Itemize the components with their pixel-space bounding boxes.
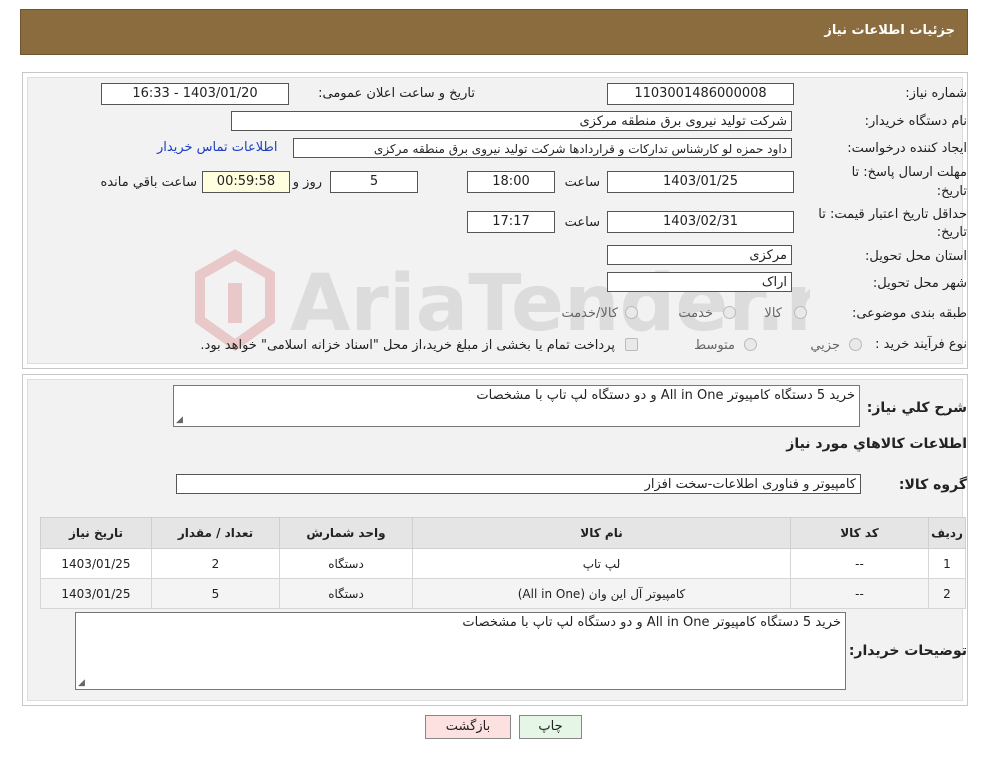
print-button[interactable]: چاپ <box>519 715 582 739</box>
deadline-label-date: تاریخ: <box>936 184 967 199</box>
item-code: -- <box>790 578 929 609</box>
goods-info-title: اطلاعات کالاهاي مورد نیاز <box>786 436 967 452</box>
buyer-notes-textarea[interactable]: خرید 5 دستگاه کامپیوتر All in One و دو د… <box>75 612 846 690</box>
goods-table: ردیف کد کالا نام کالا واحد شمارش تعداد /… <box>40 517 966 609</box>
col-name: نام کالا <box>412 517 791 549</box>
goods-group-label: گروه کالا: <box>898 477 967 493</box>
summary-textarea[interactable]: خرید 5 دستگاه کامپیوتر All in One و دو د… <box>173 385 860 427</box>
back-button[interactable]: بازگشت <box>425 715 511 739</box>
table-row: 2 -- کامپیوتر آل این وان (All in One) دس… <box>40 578 966 609</box>
item-name: لپ تاپ <box>412 548 791 579</box>
col-quantity: تعداد / مقدار <box>151 517 280 549</box>
summary-label: شرح کلي نیاز: <box>866 400 967 416</box>
buyer-notes-label: توضیحات خریدار: <box>848 643 967 659</box>
item-date: 1403/01/25 <box>40 578 152 609</box>
category-radio-goods-service[interactable] <box>625 306 638 319</box>
buyer-org-label: نام دستگاه خریدار: <box>864 114 967 129</box>
creator-label: ایجاد کننده درخواست: <box>847 141 967 156</box>
process-minor-label: جزیي <box>810 338 840 353</box>
days-label: روز و <box>292 175 322 190</box>
goods-group-field[interactable]: کامپیوتر و فناوری اطلاعات-سخت افزار <box>176 474 861 494</box>
item-unit: دستگاه <box>279 578 413 609</box>
announce-date-label: تاریخ و ساعت اعلان عمومی: <box>318 86 475 101</box>
row-number: 1 <box>928 548 966 579</box>
need-number-field[interactable]: 1103001486000008 <box>607 83 794 105</box>
deadline-label: مهلت ارسال پاسخ: تا <box>851 165 967 180</box>
process-medium-label: متوسط <box>694 338 735 353</box>
col-row: ردیف <box>928 517 966 549</box>
process-radio-minor[interactable] <box>849 338 862 351</box>
item-name: کامپیوتر آل این وان (All in One) <box>412 578 791 609</box>
process-radio-medium[interactable] <box>744 338 757 351</box>
buyer-org-field[interactable]: شرکت تولید نیروی برق منطقه مرکزی <box>231 111 792 131</box>
deadline-time-label: ساعت <box>564 175 600 190</box>
validity-date-field[interactable]: 1403/02/31 <box>607 211 794 233</box>
province-label: استان محل تحویل: <box>865 249 967 264</box>
remaining-time-field: 00:59:58 <box>202 171 290 193</box>
buyer-contact-link[interactable]: اطلاعات تماس خریدار <box>157 140 277 155</box>
remaining-days-field[interactable]: 5 <box>330 171 418 193</box>
summary-text: خرید 5 دستگاه کامپیوتر All in One و دو د… <box>476 388 855 403</box>
col-code: کد کالا <box>790 517 929 549</box>
category-radio-service[interactable] <box>723 306 736 319</box>
city-field[interactable]: اراک <box>607 272 792 292</box>
validity-label-date: تاریخ: <box>936 225 967 240</box>
page-title: جزئیات اطلاعات نیاز <box>824 23 955 38</box>
category-service-label: خدمت <box>678 306 713 321</box>
item-quantity: 2 <box>151 548 280 579</box>
item-code: -- <box>790 548 929 579</box>
table-row: 1 -- لپ تاپ دستگاه 2 1403/01/25 <box>40 548 966 579</box>
city-label: شهر محل تحویل: <box>872 276 967 291</box>
province-field[interactable]: مرکزی <box>607 245 792 265</box>
remaining-label: ساعت باقي مانده <box>100 175 197 190</box>
validity-time-field[interactable]: 17:17 <box>467 211 555 233</box>
process-note: پرداخت تمام یا بخشی از مبلغ خرید،از محل … <box>200 338 615 353</box>
page-header: جزئیات اطلاعات نیاز <box>20 9 968 55</box>
resize-grip-icon[interactable]: ◢ <box>176 415 183 425</box>
process-label: نوع فرآیند خرید : <box>875 337 967 352</box>
need-number-label: شماره نیاز: <box>905 86 967 101</box>
category-goods-service-label: کالا/خدمت <box>561 306 618 321</box>
category-goods-label: کالا <box>764 306 782 321</box>
goods-table-header: ردیف کد کالا نام کالا واحد شمارش تعداد /… <box>40 517 966 549</box>
resize-grip-icon[interactable]: ◢ <box>78 678 85 688</box>
item-quantity: 5 <box>151 578 280 609</box>
deadline-time-field[interactable]: 18:00 <box>467 171 555 193</box>
row-number: 2 <box>928 578 966 609</box>
category-radio-goods[interactable] <box>794 306 807 319</box>
item-date: 1403/01/25 <box>40 548 152 579</box>
col-date: تاریخ نیاز <box>40 517 152 549</box>
col-unit: واحد شمارش <box>279 517 413 549</box>
buyer-notes-text: خرید 5 دستگاه کامپیوتر All in One و دو د… <box>462 615 841 630</box>
validity-label: حداقل تاریخ اعتبار قیمت: تا <box>818 207 967 222</box>
treasury-checkbox[interactable] <box>625 338 638 351</box>
deadline-date-field[interactable]: 1403/01/25 <box>607 171 794 193</box>
item-unit: دستگاه <box>279 548 413 579</box>
category-label: طبقه بندی موضوعی: <box>851 306 967 321</box>
announce-date-field[interactable]: 1403/01/20 - 16:33 <box>101 83 289 105</box>
creator-field[interactable]: داود حمزه لو کارشناس تدارکات و قراردادها… <box>293 138 792 158</box>
validity-time-label: ساعت <box>564 215 600 230</box>
